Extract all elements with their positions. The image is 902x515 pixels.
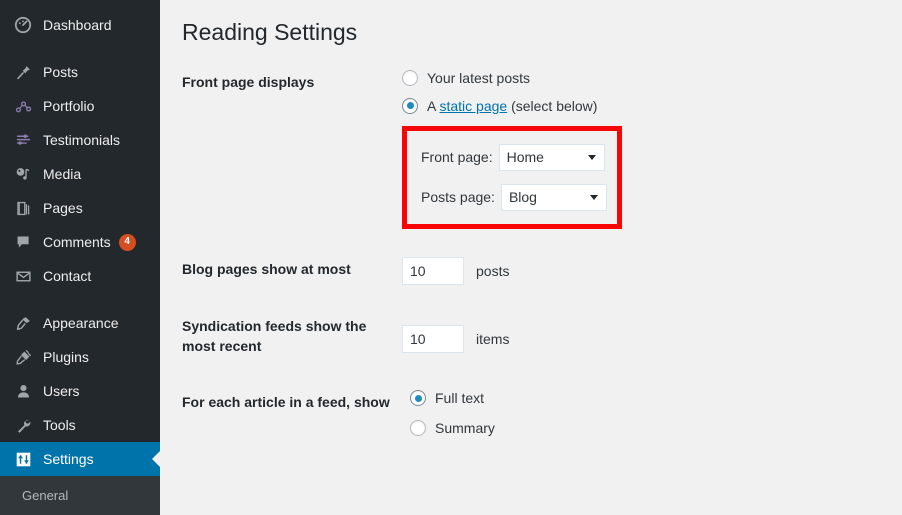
- radio-option-full-text[interactable]: Full text: [410, 390, 842, 407]
- static-page-link[interactable]: static page: [439, 98, 507, 114]
- front-page-select-value: Home: [506, 149, 544, 166]
- radio-option-latest-posts[interactable]: Your latest posts: [402, 69, 842, 86]
- radio-label: Summary: [435, 420, 495, 437]
- sidebar-item-settings[interactable]: Settings: [0, 442, 160, 476]
- row-label: For each article in a feed, show: [182, 394, 390, 411]
- sidebar-item-tools[interactable]: Tools: [0, 408, 160, 442]
- plug-icon: [12, 347, 34, 367]
- reading-settings-form: Front page displays Your latest posts A …: [182, 69, 842, 437]
- brush-icon: [12, 313, 34, 333]
- sidebar-item-posts[interactable]: Posts: [0, 55, 160, 89]
- sidebar-item-label: Settings: [43, 451, 94, 467]
- posts-page-select-row: Posts page: Blog: [421, 183, 617, 211]
- sidebar-item-label: Media: [43, 166, 82, 182]
- row-field: Full text Summary: [410, 390, 842, 437]
- chevron-down-icon: [587, 155, 596, 161]
- sidebar-item-label: Plugins: [43, 349, 89, 365]
- testimonials-icon: [12, 130, 34, 150]
- submenu-item-label: General: [22, 487, 69, 503]
- radio-label: A static page (select below): [427, 98, 597, 114]
- sidebar-item-pages[interactable]: Pages: [0, 191, 160, 225]
- posts-page-label: Posts page:: [421, 189, 495, 206]
- blog-pages-unit: posts: [476, 262, 510, 279]
- row-field: 10 items: [402, 314, 842, 353]
- sidebar-item-label: Appearance: [43, 315, 119, 331]
- radio-summary[interactable]: [410, 420, 426, 437]
- admin-sidebar: Dashboard Posts Portfolio Testimonials M: [0, 0, 160, 515]
- page-title: Reading Settings: [182, 19, 358, 45]
- row-label: Blog pages show at most: [182, 260, 351, 277]
- static-page-selection-highlight: Front page: Home Posts page: Blog: [402, 125, 622, 229]
- portfolio-icon: [12, 96, 34, 116]
- radio-static-page[interactable]: [402, 97, 418, 114]
- envelope-icon: [12, 266, 34, 286]
- pages-icon: [12, 198, 34, 218]
- front-page-label: Front page:: [421, 149, 493, 166]
- settings-icon: [12, 449, 34, 469]
- sidebar-item-contact[interactable]: Contact: [0, 259, 160, 293]
- sidebar-item-media[interactable]: Media: [0, 157, 160, 191]
- sidebar-item-comments[interactable]: Comments 4: [0, 225, 160, 259]
- sidebar-item-label: Pages: [43, 200, 83, 216]
- wordpress-admin-screen: Dashboard Posts Portfolio Testimonials M: [0, 0, 902, 515]
- radio-option-summary[interactable]: Summary: [410, 420, 842, 437]
- comments-count-badge: 4: [118, 233, 136, 251]
- syndication-feeds-unit: items: [476, 330, 510, 347]
- wrench-icon: [12, 415, 34, 435]
- row-blog-pages: Blog pages show at most 10 posts: [182, 256, 842, 285]
- sidebar-item-label: Testimonials: [43, 132, 121, 148]
- row-label: Front page displays: [182, 73, 315, 90]
- sidebar-item-label: Users: [43, 383, 80, 399]
- static-suffix-text: (select below): [507, 97, 598, 114]
- chevron-down-icon: [589, 195, 598, 201]
- sidebar-item-appearance[interactable]: Appearance: [0, 306, 160, 340]
- pin-icon: [12, 62, 34, 82]
- radio-label: Full text: [435, 390, 485, 407]
- row-front-page-displays: Front page displays Your latest posts A …: [182, 69, 842, 229]
- dashboard-icon: [12, 15, 34, 35]
- radio-option-static-page[interactable]: A static page (select below): [402, 97, 842, 114]
- comment-icon: [12, 232, 34, 252]
- sidebar-item-label: Portfolio: [43, 98, 95, 114]
- posts-page-select[interactable]: Blog: [500, 183, 607, 211]
- submenu-item-general[interactable]: General: [0, 482, 160, 508]
- front-page-select[interactable]: Home: [498, 143, 605, 171]
- row-field: Your latest posts A static page (select …: [402, 69, 842, 229]
- radio-latest-posts[interactable]: [402, 69, 418, 86]
- posts-page-select-value: Blog: [508, 189, 537, 206]
- row-syndication-feeds: Syndication feeds show the most recent 1…: [182, 314, 842, 357]
- media-icon: [12, 164, 34, 184]
- sidebar-item-users[interactable]: Users: [0, 374, 160, 408]
- sidebar-item-label: Comments: [43, 234, 111, 250]
- sidebar-item-label: Posts: [43, 64, 79, 80]
- blog-pages-input[interactable]: 10: [402, 256, 464, 285]
- sidebar-item-label: Contact: [43, 268, 92, 284]
- sidebar-item-plugins[interactable]: Plugins: [0, 340, 160, 374]
- front-page-select-row: Front page: Home: [421, 143, 617, 171]
- row-feed-article: For each article in a feed, show Full te…: [182, 390, 842, 437]
- sidebar-item-portfolio[interactable]: Portfolio: [0, 89, 160, 123]
- user-icon: [12, 381, 34, 401]
- settings-submenu: General: [0, 476, 160, 515]
- row-label: Syndication feeds show the most recent: [182, 317, 367, 355]
- radio-full-text[interactable]: [410, 390, 426, 407]
- sidebar-item-label: Dashboard: [43, 17, 112, 33]
- radio-label: Your latest posts: [427, 69, 530, 86]
- sidebar-item-label: Tools: [43, 417, 76, 433]
- row-field: 10 posts: [402, 256, 842, 285]
- syndication-feeds-input[interactable]: 10: [402, 324, 464, 353]
- main-content: Reading Settings Front page displays You…: [160, 0, 902, 515]
- static-prefix-text: A: [427, 97, 440, 114]
- sidebar-item-testimonials[interactable]: Testimonials: [0, 123, 160, 157]
- sidebar-item-dashboard[interactable]: Dashboard: [0, 8, 160, 42]
